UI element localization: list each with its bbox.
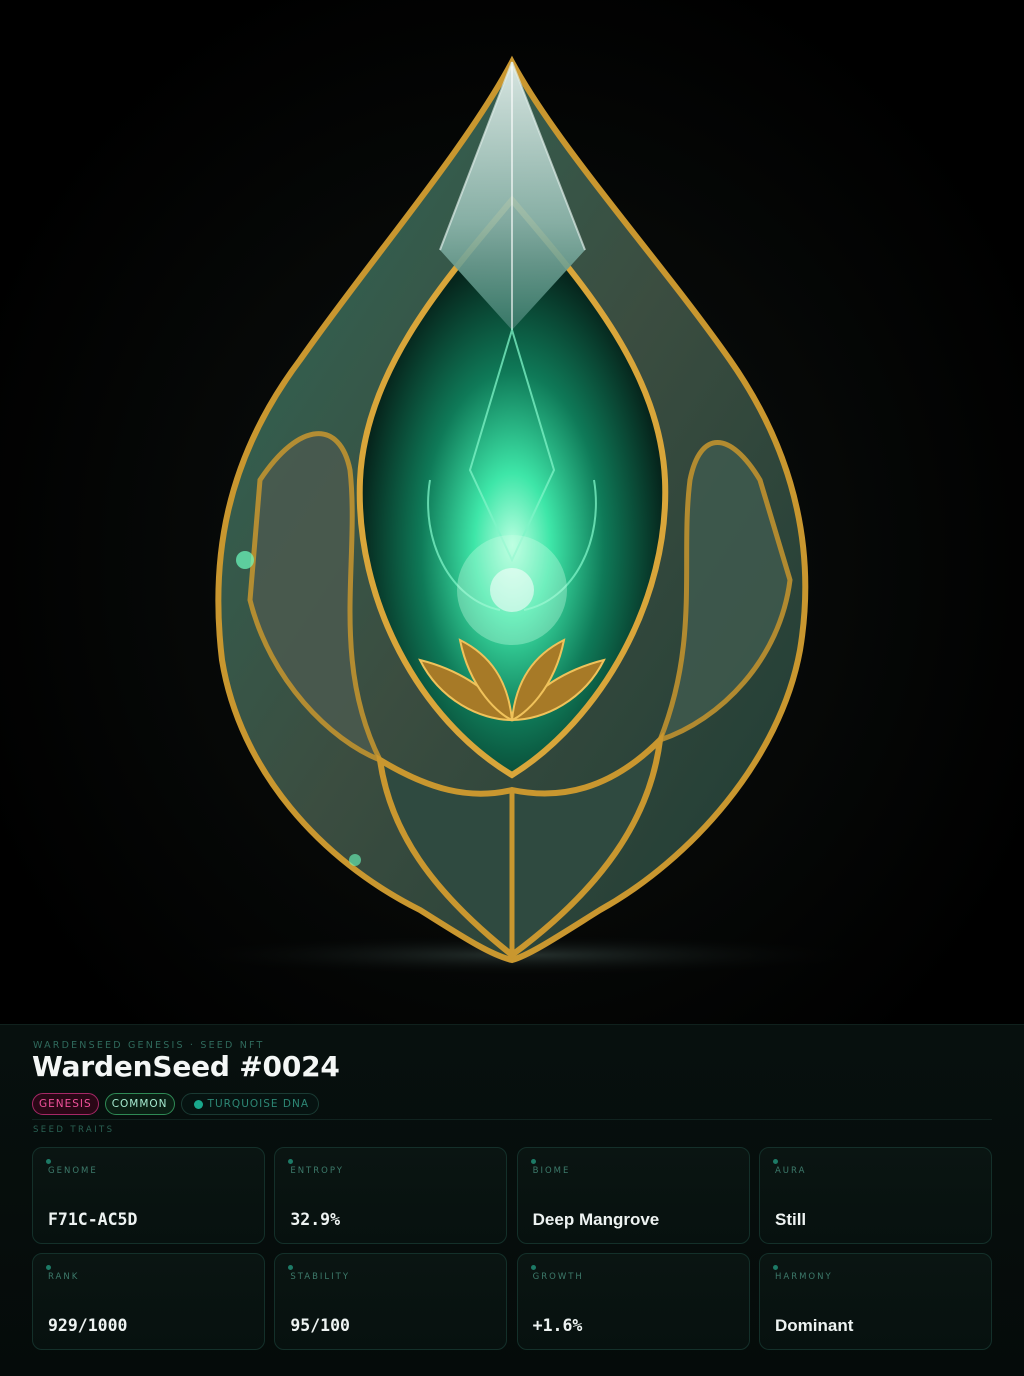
trait-label: HARMONY <box>774 1272 833 1282</box>
trait-value: Deep Mangrove <box>532 1210 660 1229</box>
trait-value: Dominant <box>774 1316 854 1335</box>
trait-card-growth: GROWTH +1.6% <box>516 1253 750 1350</box>
trait-value: Still <box>774 1210 807 1229</box>
trait-card-genome: GENOME F71C-AC5D <box>32 1147 265 1244</box>
traits-section-label: SEED TRAITS <box>33 1125 115 1135</box>
dna-dot-icon <box>193 1099 203 1109</box>
rarity-badge-label: COMMON <box>111 1098 168 1110</box>
trait-label: GENOME <box>48 1166 98 1176</box>
trait-value: F71C-AC5D <box>48 1210 138 1229</box>
trait-dot-icon <box>46 1159 51 1164</box>
trait-card-aura: AURA Still <box>758 1147 992 1244</box>
trait-label: STABILITY <box>290 1272 351 1282</box>
trait-value: 929/1000 <box>48 1316 128 1335</box>
trait-card-rank: RANK 929/1000 <box>32 1253 265 1350</box>
trait-card-entropy: ENTROPY 32.9% <box>274 1147 508 1244</box>
divider <box>32 1119 992 1120</box>
trait-value: +1.6% <box>532 1316 583 1335</box>
trait-card-biome: BIOME Deep Mangrove <box>516 1147 750 1244</box>
trait-dot-icon <box>288 1265 294 1270</box>
dna-badge: TURQUOISE DNA <box>180 1093 319 1115</box>
crystal-seed-icon <box>160 55 880 977</box>
trait-dot-icon <box>46 1265 51 1270</box>
rarity-badge: COMMON <box>104 1093 175 1115</box>
badge-row: GENESIS COMMON TURQUOISE DNA <box>32 1093 319 1115</box>
trait-card-stability: STABILITY 95/100 <box>274 1253 508 1350</box>
genesis-badge: GENESIS <box>32 1093 99 1115</box>
trait-label: ENTROPY <box>290 1166 344 1176</box>
trait-dot-icon <box>530 1265 536 1270</box>
trait-label: BIOME <box>532 1166 571 1176</box>
genesis-badge-label: GENESIS <box>39 1098 92 1110</box>
traits-grid: GENOME F71C-AC5D ENTROPY 32.9% BIOME Dee… <box>32 1147 992 1350</box>
dna-badge-label: TURQUOISE DNA <box>207 1098 309 1110</box>
trait-label: AURA <box>774 1166 807 1176</box>
trait-dot-icon <box>530 1159 536 1164</box>
trait-label: GROWTH <box>532 1272 584 1282</box>
seed-info-panel: WARDENSEED GENESIS · SEED NFT WardenSeed… <box>0 1024 1024 1376</box>
trait-value: 95/100 <box>290 1316 350 1335</box>
seed-artwork <box>0 0 1024 1024</box>
trait-dot-icon <box>288 1159 294 1164</box>
page-title: WardenSeed #0024 <box>32 1050 340 1083</box>
trait-card-harmony: HARMONY Dominant <box>758 1253 992 1350</box>
trait-dot-icon <box>772 1159 778 1164</box>
trait-value: 32.9% <box>290 1210 340 1229</box>
trait-label: RANK <box>48 1272 80 1282</box>
trait-dot-icon <box>772 1265 778 1270</box>
